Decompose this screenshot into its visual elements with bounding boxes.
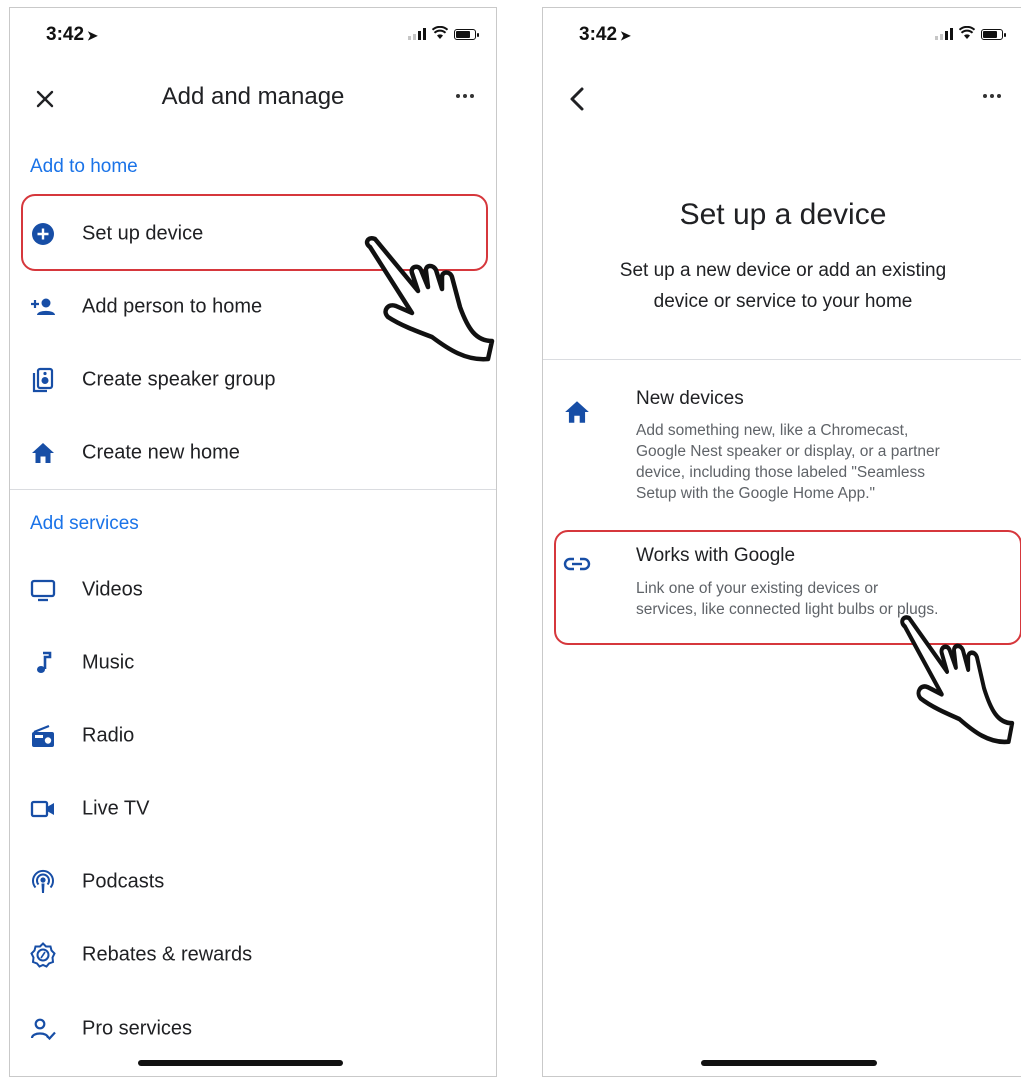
radio-icon bbox=[32, 724, 54, 747]
battery-icon bbox=[454, 29, 479, 40]
pointing-hand-icon bbox=[364, 236, 495, 362]
menu-item-videos[interactable]: Videos bbox=[10, 559, 496, 621]
subtitle-line: Set up a new device or add an existing bbox=[619, 260, 947, 281]
set-up-a-device-screen: 3:42 ➤ Set up a device Set up a new devic… bbox=[542, 7, 1021, 1077]
menu-item-label: Rebates & rewards bbox=[82, 943, 253, 966]
status-time: 3:42 ➤ bbox=[46, 24, 98, 45]
option-description: Add something new, like a Chromecast, Go… bbox=[636, 422, 940, 502]
speaker-group-icon bbox=[32, 367, 54, 393]
signal-icon bbox=[408, 28, 426, 40]
subtitle-line: device or service to your home bbox=[653, 291, 913, 312]
tv-icon bbox=[30, 579, 56, 602]
back-chevron-icon[interactable] bbox=[565, 86, 591, 112]
section-divider bbox=[10, 489, 496, 490]
menu-item-music[interactable]: Music bbox=[10, 632, 496, 694]
pointing-hand-icon bbox=[900, 615, 1015, 745]
menu-item-label: Add person to home bbox=[82, 295, 263, 318]
wifi-icon bbox=[432, 26, 448, 39]
wifi-icon bbox=[959, 26, 975, 39]
system-icons bbox=[935, 26, 1006, 40]
section-heading-add-services: Add services bbox=[30, 513, 139, 534]
status-bar: 3:42 ➤ bbox=[10, 8, 496, 60]
menu-item-label: Pro services bbox=[82, 1017, 193, 1040]
battery-icon bbox=[981, 29, 1006, 40]
page-subtitle: Set up a new device or add an existing d… bbox=[563, 255, 1003, 317]
location-arrow-icon: ➤ bbox=[620, 28, 631, 43]
home-indicator bbox=[701, 1060, 877, 1066]
status-time: 3:42 ➤ bbox=[579, 24, 631, 45]
menu-item-label: Podcasts bbox=[82, 870, 165, 893]
person-add-icon bbox=[31, 298, 55, 315]
more-horiz-icon[interactable] bbox=[456, 94, 474, 98]
menu-item-rebates-rewards[interactable]: Rebates & rewards bbox=[10, 924, 496, 986]
home-icon bbox=[32, 443, 54, 463]
app-bar: Add and manage bbox=[10, 68, 496, 128]
menu-item-label: Music bbox=[82, 651, 135, 674]
page-title: Set up a device bbox=[679, 198, 887, 231]
menu-item-label: Live TV bbox=[82, 797, 150, 820]
podcasts-icon bbox=[32, 869, 54, 893]
status-bar: 3:42 ➤ bbox=[543, 8, 1021, 60]
add-and-manage-screen: 3:42 ➤ Add and manage Add to home Set up … bbox=[9, 7, 497, 1077]
app-bar bbox=[543, 68, 1021, 128]
location-arrow-icon: ➤ bbox=[87, 28, 98, 43]
option-new-devices[interactable]: New devices Add something new, like a Ch… bbox=[543, 380, 1021, 510]
home-icon bbox=[565, 401, 589, 423]
page-title: Add and manage bbox=[161, 83, 345, 110]
music-note-icon bbox=[37, 651, 52, 673]
menu-item-create-new-home[interactable]: Create new home bbox=[10, 422, 496, 484]
menu-item-pro-services[interactable]: Pro services bbox=[10, 998, 496, 1060]
menu-item-label: Radio bbox=[82, 724, 135, 747]
section-divider bbox=[543, 359, 1021, 360]
system-icons bbox=[408, 26, 479, 40]
signal-icon bbox=[935, 28, 953, 40]
more-horiz-icon[interactable] bbox=[983, 94, 1001, 98]
menu-item-podcasts[interactable]: Podcasts bbox=[10, 851, 496, 913]
rebates-badge-icon bbox=[30, 942, 56, 968]
home-indicator bbox=[138, 1060, 343, 1066]
section-heading-add-to-home: Add to home bbox=[30, 156, 138, 177]
videocam-icon bbox=[30, 800, 54, 818]
menu-item-radio[interactable]: Radio bbox=[10, 705, 496, 767]
menu-item-label: Create new home bbox=[82, 441, 240, 464]
person-check-icon bbox=[30, 1018, 56, 1041]
menu-item-label: Create speaker group bbox=[82, 368, 276, 391]
menu-item-live-tv[interactable]: Live TV bbox=[10, 778, 496, 840]
option-title: New devices bbox=[636, 388, 744, 409]
menu-item-label: Videos bbox=[82, 578, 143, 601]
